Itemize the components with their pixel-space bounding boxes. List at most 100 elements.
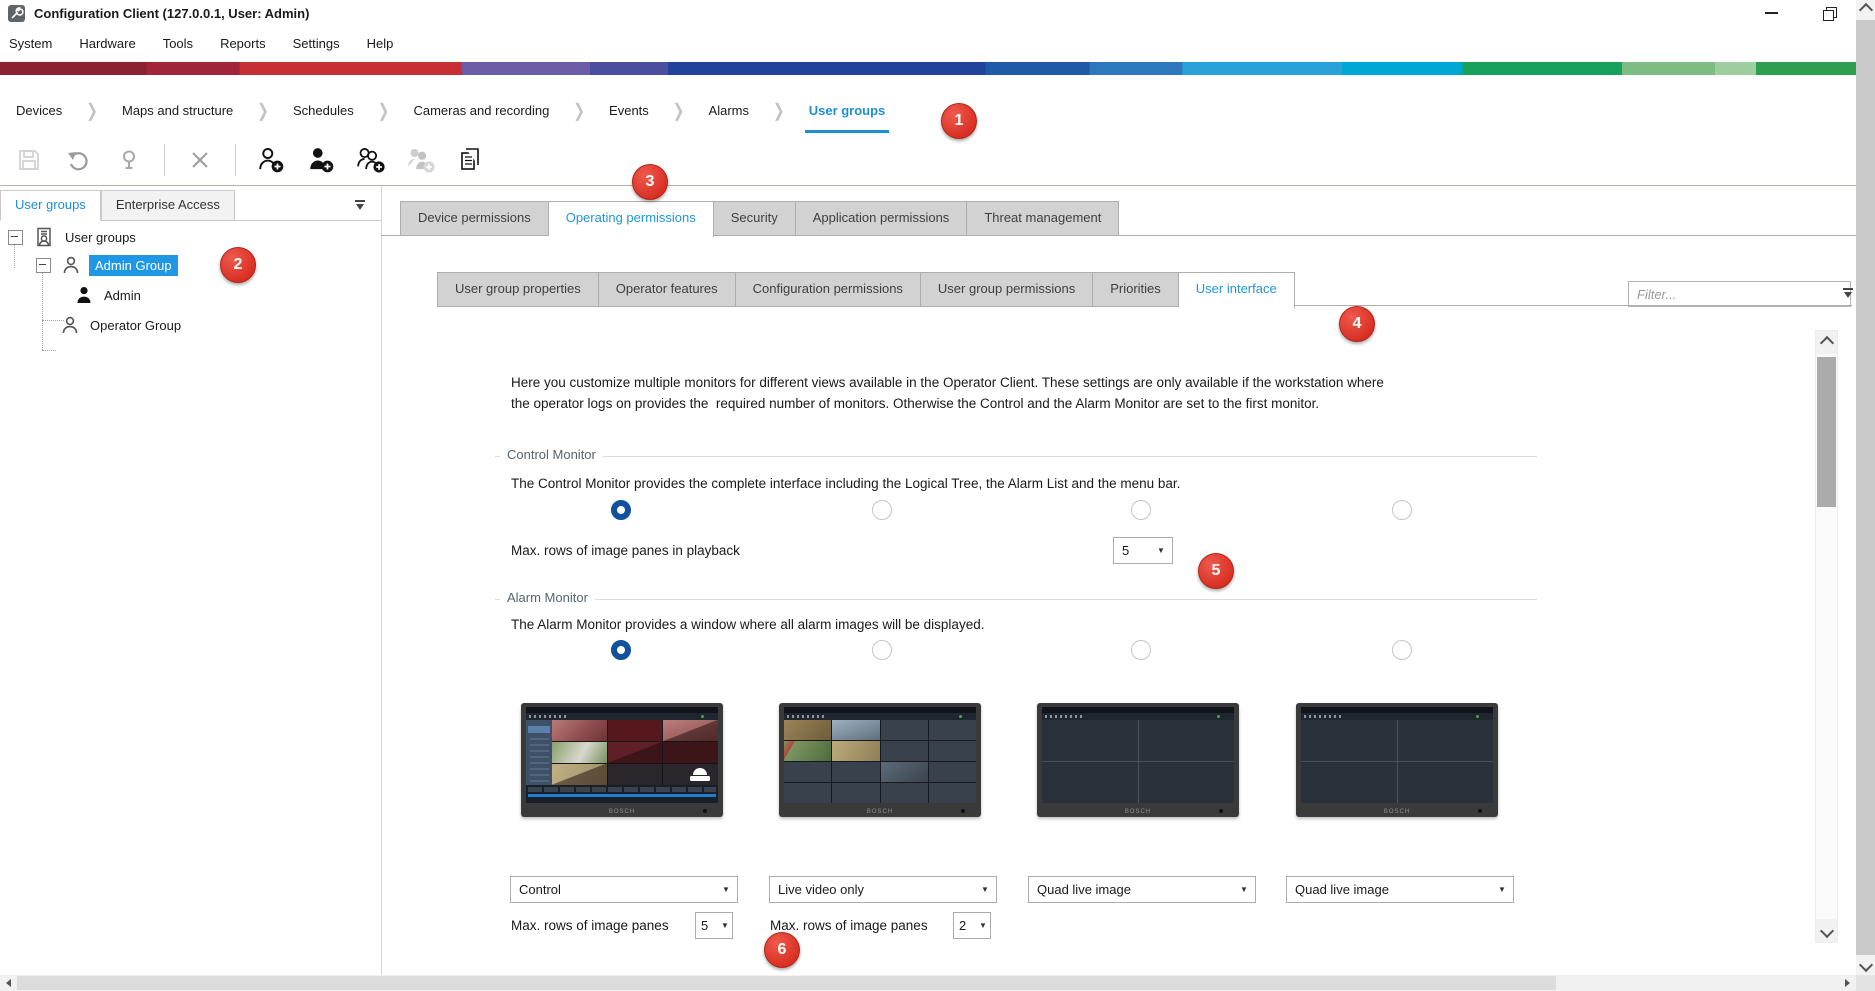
chevron-down-icon: ▼ [976, 921, 990, 930]
sub-tab-strip: User group properties Operator features … [437, 272, 1295, 308]
control-monitor-radio-4[interactable] [1392, 500, 1412, 520]
app-wrench-icon [8, 5, 25, 22]
scrollbar-thumb[interactable] [1817, 357, 1836, 507]
tab-user-group-permissions[interactable]: User group permissions [921, 272, 1093, 307]
user-person-icon [74, 285, 94, 305]
collapse-icon[interactable] [8, 230, 23, 245]
undo-icon[interactable] [64, 145, 94, 175]
alarm-monitor-groupline [495, 599, 1537, 600]
chevron-down-icon: ▼ [718, 921, 732, 930]
toolbar [0, 135, 1856, 185]
alarm-monitor-description: The Alarm Monitor provides a window wher… [511, 617, 984, 632]
max-rows-playback-select[interactable]: 5 ▼ [1113, 537, 1173, 564]
intro-line-2: the operator logs on provides the requir… [511, 396, 1319, 411]
alarm-monitor-radio-1[interactable] [611, 640, 631, 660]
tree-node-admin[interactable]: Admin [60, 282, 141, 308]
monitor-power-led [1478, 809, 1482, 813]
panel-pin-icon[interactable] [354, 200, 367, 211]
delete-icon[interactable] [185, 145, 215, 175]
scroll-up-button[interactable] [1856, 0, 1875, 20]
scroll-down-button[interactable] [1856, 955, 1875, 975]
alarm-monitor-radio-2[interactable] [872, 640, 892, 660]
minimize-button[interactable] [1756, 3, 1786, 23]
tree-node-operator-group[interactable]: Operator Group [50, 312, 181, 338]
monitor-3-mode-select[interactable]: Quad live image ▼ [1028, 876, 1256, 903]
new-user-group-icon[interactable] [256, 145, 286, 175]
tab-operator-features[interactable]: Operator features [599, 272, 736, 307]
breadcrumb-events[interactable]: Events [607, 103, 651, 118]
tab-user-interface[interactable]: User interface [1179, 272, 1295, 308]
copy-permissions-icon[interactable] [456, 145, 486, 175]
breadcrumb-user-groups[interactable]: User groups [807, 103, 888, 118]
menu-system[interactable]: System [9, 36, 52, 51]
content-scrollbar[interactable] [1815, 330, 1838, 943]
scroll-up-button[interactable] [1816, 331, 1837, 354]
menu-help[interactable]: Help [367, 36, 394, 51]
callout-badge-3: 3 [632, 164, 668, 200]
breadcrumb-schedules[interactable]: Schedules [291, 103, 356, 118]
tab-device-permissions[interactable]: Device permissions [400, 201, 549, 236]
monitor-1-mode-select[interactable]: Control ▼ [510, 876, 738, 903]
monitor-4-mode-select[interactable]: Quad live image ▼ [1286, 876, 1514, 903]
group-person-icon [60, 315, 80, 335]
scrollbar-corner [1856, 975, 1875, 991]
collapse-icon[interactable] [36, 258, 51, 273]
pin-icon[interactable] [114, 145, 144, 175]
monitor-2-max-rows-select[interactable]: 2 ▼ [953, 912, 991, 939]
tree-connector [42, 270, 43, 350]
tree-node-user-groups[interactable]: User groups [8, 224, 136, 250]
tab-user-groups[interactable]: User groups [0, 190, 101, 221]
tab-operating-permissions[interactable]: Operating permissions [549, 201, 714, 237]
tab-application-permissions[interactable]: Application permissions [796, 201, 968, 236]
menu-hardware[interactable]: Hardware [79, 36, 135, 51]
tab-configuration-permissions[interactable]: Configuration permissions [736, 272, 921, 307]
control-monitor-radio-3[interactable] [1131, 500, 1151, 520]
menu-settings[interactable]: Settings [293, 36, 340, 51]
scroll-down-button[interactable] [1816, 919, 1837, 942]
chevron-right-icon: ❯ [257, 99, 269, 121]
scroll-right-button[interactable] [1839, 975, 1856, 991]
monitor-2-mode-select[interactable]: Live video only ▼ [769, 876, 997, 903]
window-title: Configuration Client (127.0.0.1, User: A… [34, 6, 309, 21]
monitor-1-max-rows-value: 5 [696, 918, 718, 933]
monitor-2-max-rows-value: 2 [954, 918, 976, 933]
restore-button[interactable] [1814, 3, 1844, 23]
user-group-list-icon [33, 226, 55, 248]
tab-user-group-properties[interactable]: User group properties [437, 272, 599, 307]
breadcrumb-alarms[interactable]: Alarms [707, 103, 751, 118]
tree-node-admin-group[interactable]: Admin Group [36, 252, 178, 278]
tab-threat-management[interactable]: Threat management [967, 201, 1119, 236]
chevron-down-icon: ▼ [1233, 885, 1255, 894]
control-monitor-radio-2[interactable] [872, 500, 892, 520]
save-icon[interactable] [14, 145, 44, 175]
monitor-brand-text: BOSCH [521, 809, 723, 815]
menu-reports[interactable]: Reports [220, 36, 266, 51]
tab-security[interactable]: Security [714, 201, 796, 236]
panel-pin-icon[interactable] [1842, 288, 1855, 299]
new-user-icon[interactable] [306, 145, 336, 175]
tab-priorities[interactable]: Priorities [1093, 272, 1179, 307]
intro-line-1: Here you customize multiple monitors for… [511, 375, 1384, 390]
menu-tools[interactable]: Tools [163, 36, 193, 51]
alarm-monitor-radio-4[interactable] [1392, 640, 1412, 660]
scroll-left-button[interactable] [0, 975, 17, 991]
alarm-monitor-radio-3[interactable] [1131, 640, 1151, 660]
scrollbar-thumb[interactable] [17, 976, 1556, 990]
monitor-1-mode-value: Control [511, 882, 715, 897]
tab-enterprise-access[interactable]: Enterprise Access [101, 190, 235, 220]
breadcrumb-cameras-and-recording[interactable]: Cameras and recording [411, 103, 551, 118]
window-vertical-scrollbar[interactable] [1856, 0, 1875, 975]
group-person-icon [61, 255, 81, 275]
tree-label-admin-group[interactable]: Admin Group [89, 255, 178, 276]
alarm-monitor-title: Alarm Monitor [500, 590, 595, 605]
breadcrumb-devices[interactable]: Devices [14, 103, 64, 118]
panel-splitter[interactable] [381, 186, 382, 975]
window-horizontal-scrollbar[interactable] [0, 975, 1856, 991]
breadcrumb-maps-and-structure[interactable]: Maps and structure [120, 103, 235, 118]
control-monitor-radio-1[interactable] [611, 500, 631, 520]
filter-input[interactable] [1628, 281, 1851, 307]
new-dual-authorization-group-icon[interactable] [356, 145, 386, 175]
monitor-1-max-rows-select[interactable]: 5 ▼ [695, 912, 733, 939]
chevron-right-icon: ❯ [773, 99, 785, 121]
monitor-1-max-rows-label: Max. rows of image panes [511, 918, 669, 933]
